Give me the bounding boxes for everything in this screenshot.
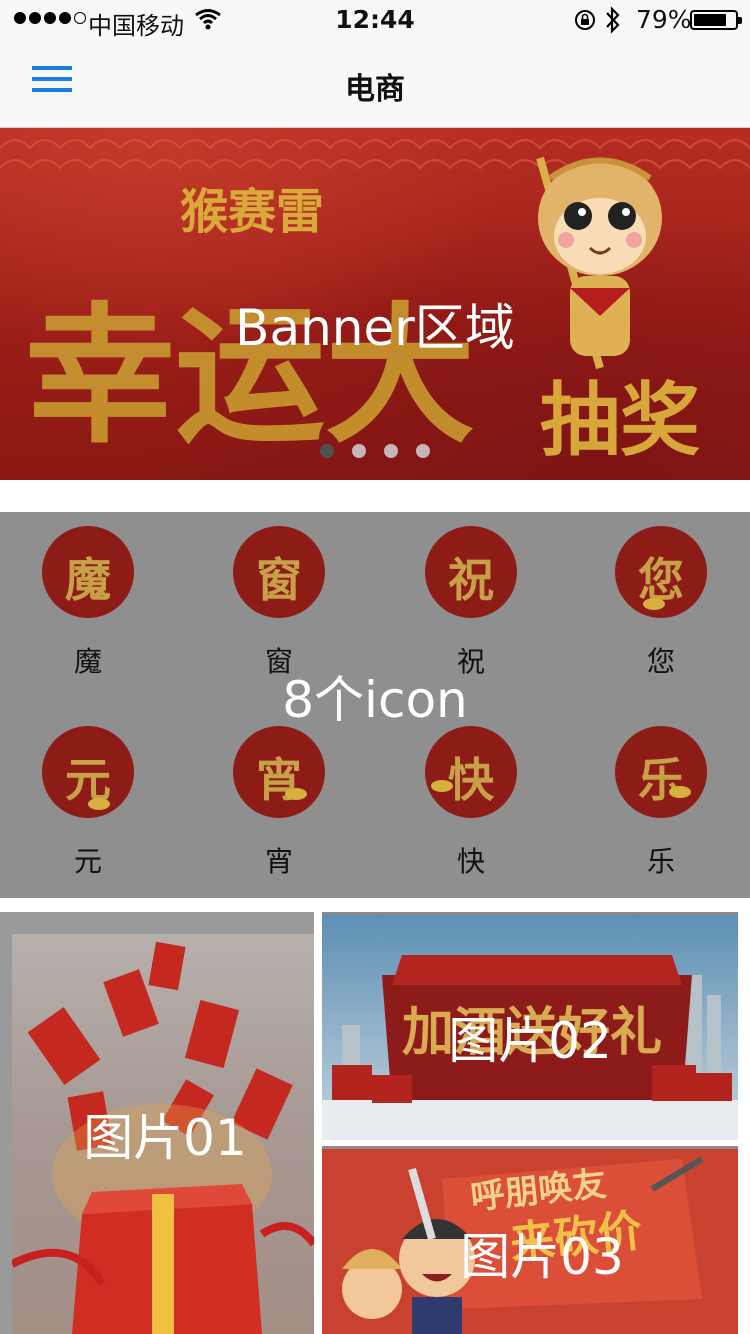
banner-art-title: 猴赛雷 [180, 184, 324, 240]
orientation-lock-icon [575, 10, 595, 30]
grid-item-xiao[interactable]: 宵 宵 [199, 726, 359, 896]
chuang-char-icon: 窗 [233, 526, 325, 618]
picture-02[interactable]: 加酒送好礼 图片02 [322, 912, 738, 1140]
grid-item-label: 元 [73, 845, 102, 878]
picture-01[interactable]: 图片01 [0, 912, 314, 1334]
carousel-dot[interactable] [416, 444, 430, 458]
grid-item-label: 宵 [264, 845, 293, 878]
banner-art-right: 抽奖 [540, 374, 700, 467]
yuan-char-icon: 元 [42, 726, 134, 818]
zhu-char-icon: 祝 [425, 526, 517, 618]
carousel-dot[interactable] [384, 444, 398, 458]
picture-01-label: 图片01 [83, 1109, 247, 1167]
battery-icon [690, 10, 742, 30]
kuai-char-icon: 快 [425, 726, 517, 818]
screen: 中国移动 12:44 79% 电商 猴赛雷 幸运大 抽奖 Banner区域 魔 … [0, 0, 750, 1334]
carousel-dot[interactable] [352, 444, 366, 458]
banner-carousel[interactable]: 猴赛雷 幸运大 抽奖 Banner区域 [0, 128, 750, 480]
mo-char-icon: 魔 [42, 526, 134, 618]
carousel-page-indicator[interactable] [320, 444, 430, 458]
picture-03[interactable]: 呼朋唤友 来砍价 图片03 [322, 1146, 738, 1334]
grid-item-label: 快 [456, 845, 485, 878]
navigation-bar: 电商 [0, 40, 750, 128]
bluetooth-icon [606, 6, 620, 34]
battery-fill [694, 14, 726, 26]
icon-grid-caption: 8个icon [282, 671, 468, 729]
banner-label: Banner区域 [235, 299, 515, 357]
carousel-dot[interactable] [320, 444, 334, 458]
page-title: 电商 [345, 72, 405, 107]
grid-item-le[interactable]: 乐 乐 [581, 726, 741, 896]
icon-grid: 魔 魔 窗 窗 祝 祝 您 您 元 元 宵 宵 快 快 乐 乐 8个icon [0, 512, 750, 898]
grid-item-kuai[interactable]: 快 快 [391, 726, 551, 896]
picture-02-label: 图片02 [448, 1012, 612, 1070]
status-bar: 中国移动 12:44 79% [0, 0, 750, 40]
battery-percent: 79% [636, 5, 692, 34]
nin-char-icon: 您 [615, 526, 707, 618]
xiao-char-icon: 宵 [233, 726, 325, 818]
grid-item-label: 乐 [646, 845, 675, 878]
le-char-icon: 乐 [615, 726, 707, 818]
picture-03-label: 图片03 [460, 1228, 624, 1286]
grid-item-yuan[interactable]: 元 元 [8, 726, 168, 896]
